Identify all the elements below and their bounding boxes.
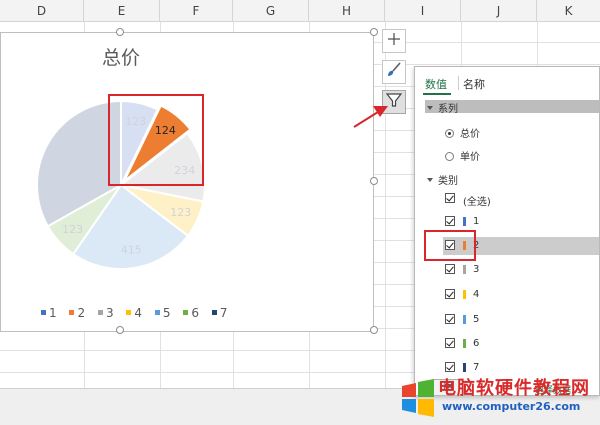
legend-item-5: 5 (154, 306, 171, 320)
radio-total[interactable] (445, 128, 454, 138)
category-swatch (463, 290, 466, 299)
radio-unit[interactable] (445, 151, 454, 161)
collapse-caret-icon (427, 178, 433, 182)
category-item-all[interactable]: (全选) (443, 190, 599, 208)
checkbox-5[interactable] (445, 314, 455, 324)
column-header-j[interactable]: J (461, 0, 537, 22)
legend-label: 5 (162, 306, 171, 320)
series-option-label: 总价 (460, 129, 480, 140)
checkbox-7[interactable] (445, 362, 455, 372)
resize-handle-right[interactable] (370, 177, 378, 185)
legend-swatch (69, 310, 75, 315)
category-item-4[interactable]: 4 (443, 286, 599, 304)
resize-handle-top[interactable] (116, 28, 124, 36)
checkbox-6[interactable] (445, 338, 455, 348)
category-label: 4 (473, 289, 480, 300)
plus-icon (386, 31, 402, 51)
legend-label: 3 (105, 306, 114, 320)
watermark-text: 电脑软硬件教程网 (438, 378, 590, 399)
category-item-1[interactable]: 1 (443, 213, 599, 231)
watermark: 电脑软硬件教程网 www.computer26.com (398, 372, 600, 425)
category-section-header[interactable]: 类别 (425, 172, 458, 187)
tab-values[interactable]: 数值 (425, 76, 447, 92)
legend-item-7: 7 (211, 306, 228, 320)
excel-window: D E F G H I J K 总价 123 124 234 123 415 1… (0, 0, 600, 425)
checkbox-4[interactable] (445, 289, 455, 299)
filter-icon (385, 91, 403, 113)
data-label-5: 415 (121, 244, 142, 257)
category-label: 3 (473, 264, 480, 275)
legend-item-1: 1 (41, 306, 57, 320)
legend-swatch (154, 310, 160, 315)
legend-item-6: 6 (183, 306, 199, 320)
column-header-i[interactable]: I (385, 0, 461, 22)
legend-item-2: 2 (69, 306, 85, 320)
category-label: (全选) (463, 197, 491, 208)
data-label-4: 123 (170, 206, 191, 219)
highlight-box-slice (108, 94, 204, 186)
brush-icon (385, 61, 403, 83)
series-section-header[interactable]: 系列 (425, 100, 599, 115)
series-option-label: 单价 (460, 152, 480, 163)
series-header-label: 系列 (438, 104, 458, 115)
series-option-total[interactable]: 总价 (445, 125, 480, 140)
tab-names[interactable]: 名称 (463, 76, 485, 92)
chart-filters-button[interactable] (382, 90, 406, 114)
column-header-g[interactable]: G (233, 0, 309, 22)
column-header-bar: D E F G H I J K (0, 0, 600, 22)
chart-legend[interactable]: 1 2 3 4 5 6 7 (41, 306, 236, 320)
category-item-3[interactable]: 3 (443, 261, 599, 279)
checkbox-1[interactable] (445, 216, 455, 226)
legend-label: 1 (49, 306, 57, 320)
category-item-6[interactable]: 6 (443, 335, 599, 353)
data-label-6: 123 (62, 223, 83, 236)
legend-label: 6 (191, 306, 199, 320)
category-label: 5 (473, 314, 480, 325)
windows-logo-icon (402, 379, 434, 417)
column-header-f[interactable]: F (160, 0, 233, 22)
checkbox-all[interactable] (445, 193, 455, 203)
category-swatch (463, 339, 466, 348)
legend-swatch (183, 310, 189, 315)
chart-styles-button[interactable] (382, 60, 406, 84)
watermark-url: www.computer26.com (442, 400, 581, 413)
resize-handle-bottom-right[interactable] (370, 326, 378, 334)
chart-elements-button[interactable] (382, 29, 406, 53)
legend-swatch (126, 310, 132, 315)
legend-swatch (211, 310, 217, 315)
column-header-e[interactable]: E (84, 0, 160, 22)
category-swatch (463, 265, 466, 274)
checkbox-3[interactable] (445, 264, 455, 274)
category-swatch (463, 217, 466, 226)
legend-swatch (97, 310, 103, 315)
category-label: 1 (473, 216, 480, 227)
category-swatch (463, 315, 466, 324)
collapse-caret-icon (427, 106, 433, 110)
category-label: 6 (473, 338, 480, 349)
legend-label: 4 (134, 306, 143, 320)
legend-swatch (41, 310, 46, 315)
legend-item-3: 3 (97, 306, 114, 320)
column-header-k[interactable]: K (537, 0, 600, 22)
category-header-label: 类别 (438, 176, 458, 187)
legend-label: 2 (77, 306, 86, 320)
category-item-5[interactable]: 5 (443, 311, 599, 329)
resize-handle-bottom[interactable] (116, 326, 124, 334)
series-option-unit[interactable]: 单价 (445, 148, 480, 163)
panel-tabs: 数值 名称 (415, 67, 599, 97)
category-swatch (463, 363, 466, 372)
highlight-box-category-2 (424, 230, 476, 261)
column-header-d[interactable]: D (0, 0, 84, 22)
column-header-h[interactable]: H (309, 0, 385, 22)
legend-label: 7 (219, 306, 228, 320)
legend-item-4: 4 (126, 306, 142, 320)
resize-handle-top-right[interactable] (370, 28, 378, 36)
